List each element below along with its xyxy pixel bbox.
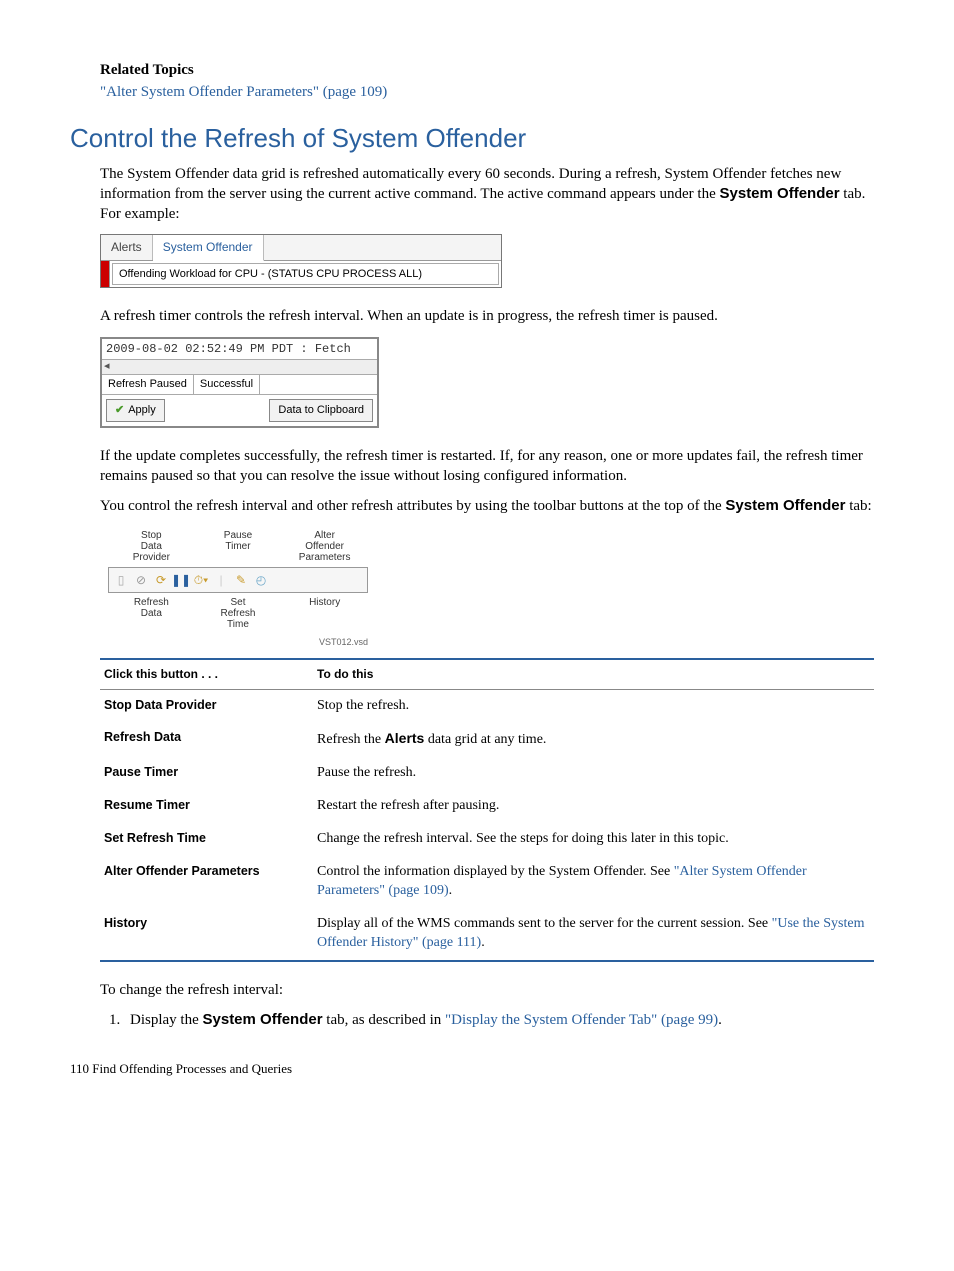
toolbar: ▯ ⊘ ⟳ ❚❚ ⏱▾ | ✎ ◴ — [108, 567, 368, 593]
stop-icon[interactable]: ⊘ — [132, 571, 150, 589]
button-reference-table: Click this button . . . To do this Stop … — [100, 658, 874, 961]
steps-list: Display the System Offender tab, as desc… — [100, 1010, 874, 1030]
step-1: Display the System Offender tab, as desc… — [124, 1010, 874, 1030]
table-row: Alter Offender Parameters Control the in… — [100, 856, 874, 908]
label-alter-offender-parameters: Alter Offender Parameters — [295, 530, 355, 563]
page-footer: 110 Find Offending Processes and Queries — [70, 1060, 874, 1078]
data-to-clipboard-button[interactable]: Data to Clipboard — [269, 399, 373, 422]
link-display-so-tab[interactable]: "Display the System Offender Tab" (page … — [445, 1012, 718, 1028]
label-stop-data-provider: Stop Data Provider — [121, 530, 181, 563]
status-refresh-paused: Refresh Paused — [102, 375, 194, 394]
divider-icon: | — [212, 571, 230, 589]
table-row: Resume Timer Restart the refresh after p… — [100, 790, 874, 823]
table-row: Stop Data Provider Stop the refresh. — [100, 689, 874, 722]
col-to-do-this: To do this — [313, 659, 874, 689]
col-click-this-button: Click this button . . . — [100, 659, 313, 689]
checkmark-icon: ✔ — [115, 403, 124, 418]
history-icon[interactable]: ◴ — [252, 571, 270, 589]
log-timestamp-line: 2009-08-02 02:52:49 PM PDT : Fetch — [102, 339, 377, 360]
label-refresh-data: Refresh Data — [121, 597, 181, 630]
status-bar: Refresh Paused Successful — [102, 375, 377, 395]
table-row: Set Refresh Time Change the refresh inte… — [100, 823, 874, 856]
expand-handle-icon[interactable] — [101, 261, 110, 288]
active-command-text: Offending Workload for CPU - (STATUS CPU… — [112, 263, 499, 286]
related-topics-heading: Related Topics — [100, 60, 874, 80]
tab-system-offender[interactable]: System Offender — [153, 235, 264, 260]
figure-toolbar-diagram: Stop Data Provider Pause Timer Alter Off… — [108, 530, 368, 648]
figure-tabs-active-command: Alerts System Offender Offending Workloa… — [100, 234, 874, 288]
grip-icon: ▯ — [112, 571, 130, 589]
figure-refresh-status: 2009-08-02 02:52:49 PM PDT : Fetch Refre… — [100, 337, 874, 428]
tab-strip: Alerts System Offender — [101, 235, 501, 260]
figure-caption: VST012.vsd — [108, 636, 368, 648]
intro-paragraph: The System Offender data grid is refresh… — [100, 164, 874, 225]
refresh-icon[interactable]: ⟳ — [152, 571, 170, 589]
tab-alerts[interactable]: Alerts — [101, 235, 153, 259]
horizontal-scrollbar[interactable] — [102, 360, 377, 375]
related-link[interactable]: "Alter System Offender Parameters" (page… — [100, 84, 387, 100]
pause-icon[interactable]: ❚❚ — [172, 571, 190, 589]
control-refresh-paragraph: You control the refresh interval and oth… — [100, 496, 874, 516]
pencil-icon[interactable]: ✎ — [232, 571, 250, 589]
related-topics-block: Related Topics "Alter System Offender Pa… — [100, 60, 874, 103]
status-successful: Successful — [194, 375, 260, 394]
clock-dropdown-icon[interactable]: ⏱▾ — [192, 571, 210, 589]
label-pause-timer: Pause Timer — [208, 530, 268, 563]
change-interval-lead: To change the refresh interval: — [100, 980, 874, 1000]
section-title: Control the Refresh of System Offender — [70, 121, 874, 156]
update-completes-paragraph: If the update completes successfully, th… — [100, 446, 874, 487]
apply-button[interactable]: ✔ Apply — [106, 399, 165, 422]
refresh-timer-paragraph: A refresh timer controls the refresh int… — [100, 306, 874, 326]
table-row: History Display all of the WMS commands … — [100, 908, 874, 961]
system-offender-strong: System Offender — [720, 185, 840, 202]
table-row: Pause Timer Pause the refresh. — [100, 757, 874, 790]
label-set-refresh-time: Set Refresh Time — [208, 597, 268, 630]
table-row: Refresh Data Refresh the Alerts data gri… — [100, 722, 874, 757]
label-history: History — [295, 597, 355, 630]
